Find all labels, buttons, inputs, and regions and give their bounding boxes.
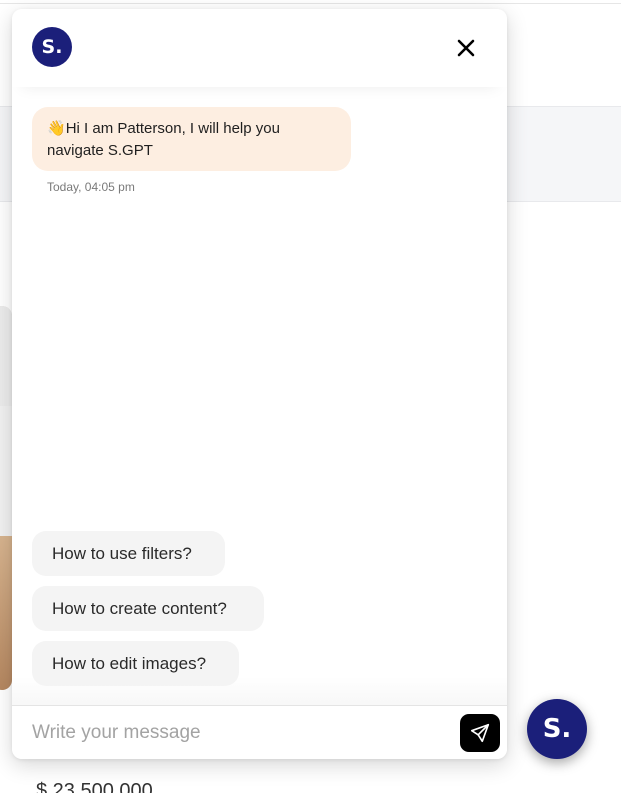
suggestion-chip-filters[interactable]: How to use filters? [32,531,225,576]
chat-composer [12,705,507,759]
card-image-top [0,306,12,406]
chat-header: S. [12,9,507,87]
bot-message-bubble: 👋Hi I am Patterson, I will help you navi… [32,107,351,171]
card-image-mid [0,406,12,536]
wave-emoji: 👋 [47,120,66,137]
send-button[interactable] [460,714,500,752]
message-timestamp: Today, 04:05 pm [47,180,135,194]
close-icon [457,39,475,57]
suggestion-chip-content[interactable]: How to create content? [32,586,264,631]
message-input[interactable] [32,720,442,746]
brand-logo: S. [32,27,72,67]
bot-message-text: Hi I am Patterson, I will help you navig… [47,120,280,159]
card-image-photo [0,536,12,690]
chat-launcher-button[interactable]: S. [527,699,587,759]
chat-panel: S. 👋Hi I am Patterson, I will help you n… [12,9,507,759]
close-button[interactable] [454,36,478,60]
send-icon [470,723,490,743]
listing-price: $ 23,500,000 [36,780,153,793]
scroll-fade [12,677,507,707]
page-listing-card[interactable] [0,306,12,690]
page-top-divider [0,3,621,4]
chat-messages: 👋Hi I am Patterson, I will help you navi… [12,87,507,707]
